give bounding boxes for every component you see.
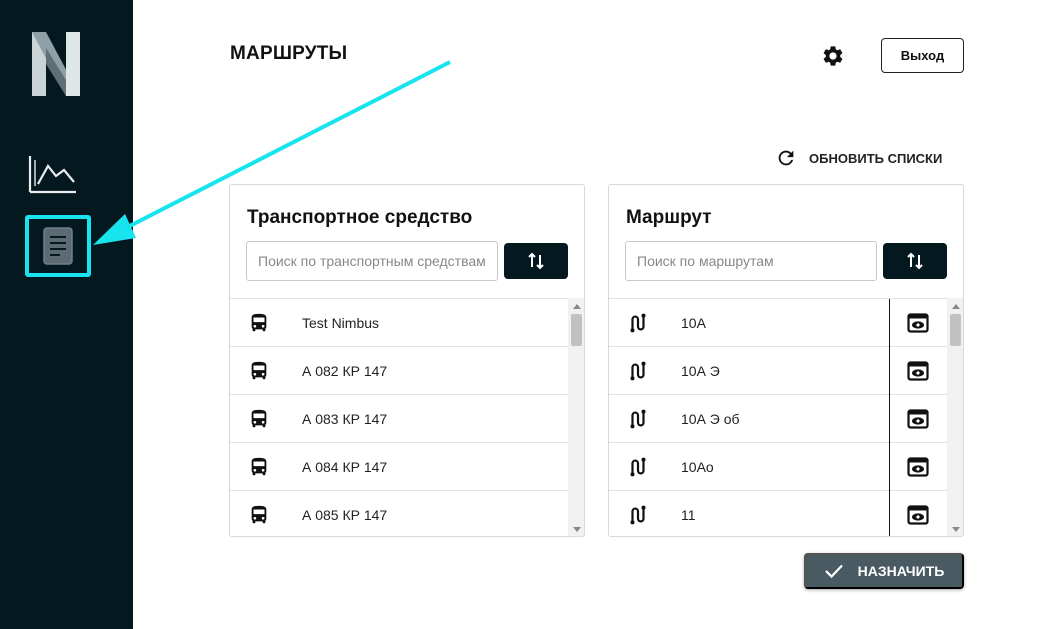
vehicle-label: А 085 КР 147 — [302, 506, 388, 523]
route-icon — [630, 313, 646, 333]
vehicles-title: Транспортное средство — [247, 207, 473, 228]
vehicles-list[interactable]: Test Nimbus А 082 КР 147 А 083 КР 147 А … — [230, 298, 568, 536]
vehicle-row[interactable]: А 084 КР 147 — [230, 443, 568, 491]
route-label: 11 — [681, 506, 696, 523]
route-label: 10А — [681, 314, 706, 331]
row-divider — [889, 299, 890, 347]
document-icon — [43, 227, 73, 265]
row-divider — [889, 395, 890, 443]
routes-title: Маршрут — [626, 207, 712, 228]
vehicle-row[interactable]: Test Nimbus — [230, 299, 568, 347]
page-title: МАРШРУТЫ — [230, 43, 348, 64]
eye-icon[interactable] — [907, 361, 929, 381]
route-label: 10А Э об — [681, 410, 740, 427]
route-row[interactable]: 10А Э об — [609, 395, 947, 443]
vehicle-label: А 082 КР 147 — [302, 362, 388, 379]
vehicles-panel: Транспортное средство Test Nimbus А 082 … — [229, 184, 585, 537]
routes-scrollbar[interactable] — [947, 298, 963, 536]
vehicle-row[interactable]: А 082 КР 147 — [230, 347, 568, 395]
vehicle-label: А 083 КР 147 — [302, 410, 388, 427]
scroll-up-icon[interactable] — [573, 304, 581, 309]
vehicle-label: Test Nimbus — [302, 314, 380, 331]
route-icon — [630, 409, 646, 429]
route-icon — [630, 457, 646, 477]
assign-label: НАЗНАЧИТЬ — [857, 563, 945, 579]
scroll-down-icon[interactable] — [952, 527, 960, 532]
chart-icon[interactable] — [26, 152, 78, 196]
bus-icon — [251, 361, 267, 380]
route-row[interactable]: 10А — [609, 299, 947, 347]
sidebar-item-routes[interactable] — [25, 215, 91, 277]
route-icon — [630, 505, 646, 525]
row-divider — [889, 491, 890, 536]
scroll-up-icon[interactable] — [952, 304, 960, 309]
logout-button[interactable]: Выход — [881, 38, 964, 73]
routes-list[interactable]: 10А 10А Э 10А Э об 10Ао 11 — [609, 298, 947, 536]
route-label: 10Ао — [681, 458, 714, 475]
bus-icon — [251, 505, 267, 524]
routes-sort-button[interactable] — [883, 243, 947, 279]
n-logo-icon[interactable] — [28, 28, 84, 100]
gear-icon[interactable] — [821, 44, 845, 68]
vehicle-row[interactable]: А 083 КР 147 — [230, 395, 568, 443]
bus-icon — [251, 313, 267, 332]
row-divider — [889, 443, 890, 491]
eye-icon[interactable] — [907, 457, 929, 477]
bus-icon — [251, 457, 267, 476]
row-divider — [889, 347, 890, 395]
refresh-icon — [778, 150, 794, 166]
scrollbar-thumb[interactable] — [571, 314, 582, 346]
route-icon — [630, 361, 646, 381]
refresh-label: ОБНОВИТЬ СПИСКИ — [809, 150, 943, 166]
scrollbar-thumb[interactable] — [950, 314, 961, 346]
assign-button[interactable]: НАЗНАЧИТЬ — [804, 553, 964, 589]
vehicle-row[interactable]: А 085 КР 147 — [230, 491, 568, 536]
sidebar — [0, 0, 133, 629]
routes-panel: Маршрут 10А 10А Э 10А Э об 10Ао — [608, 184, 964, 537]
eye-icon[interactable] — [907, 313, 929, 333]
route-row[interactable]: 11 — [609, 491, 947, 536]
refresh-lists-button[interactable]: ОБНОВИТЬ СПИСКИ — [775, 145, 942, 171]
sort-arrows-icon — [528, 252, 544, 270]
route-label: 10А Э — [681, 362, 720, 379]
route-row[interactable]: 10Ао — [609, 443, 947, 491]
vehicle-label: А 084 КР 147 — [302, 458, 388, 475]
vehicles-search-input[interactable] — [246, 241, 498, 281]
sort-arrows-icon — [907, 252, 923, 270]
eye-icon[interactable] — [907, 409, 929, 429]
route-row[interactable]: 10А Э — [609, 347, 947, 395]
check-icon — [824, 564, 843, 579]
eye-icon[interactable] — [907, 505, 929, 525]
bus-icon — [251, 409, 267, 428]
routes-search-input[interactable] — [625, 241, 877, 281]
vehicles-sort-button[interactable] — [504, 243, 568, 279]
scroll-down-icon[interactable] — [573, 527, 581, 532]
vehicles-scrollbar[interactable] — [568, 298, 584, 536]
